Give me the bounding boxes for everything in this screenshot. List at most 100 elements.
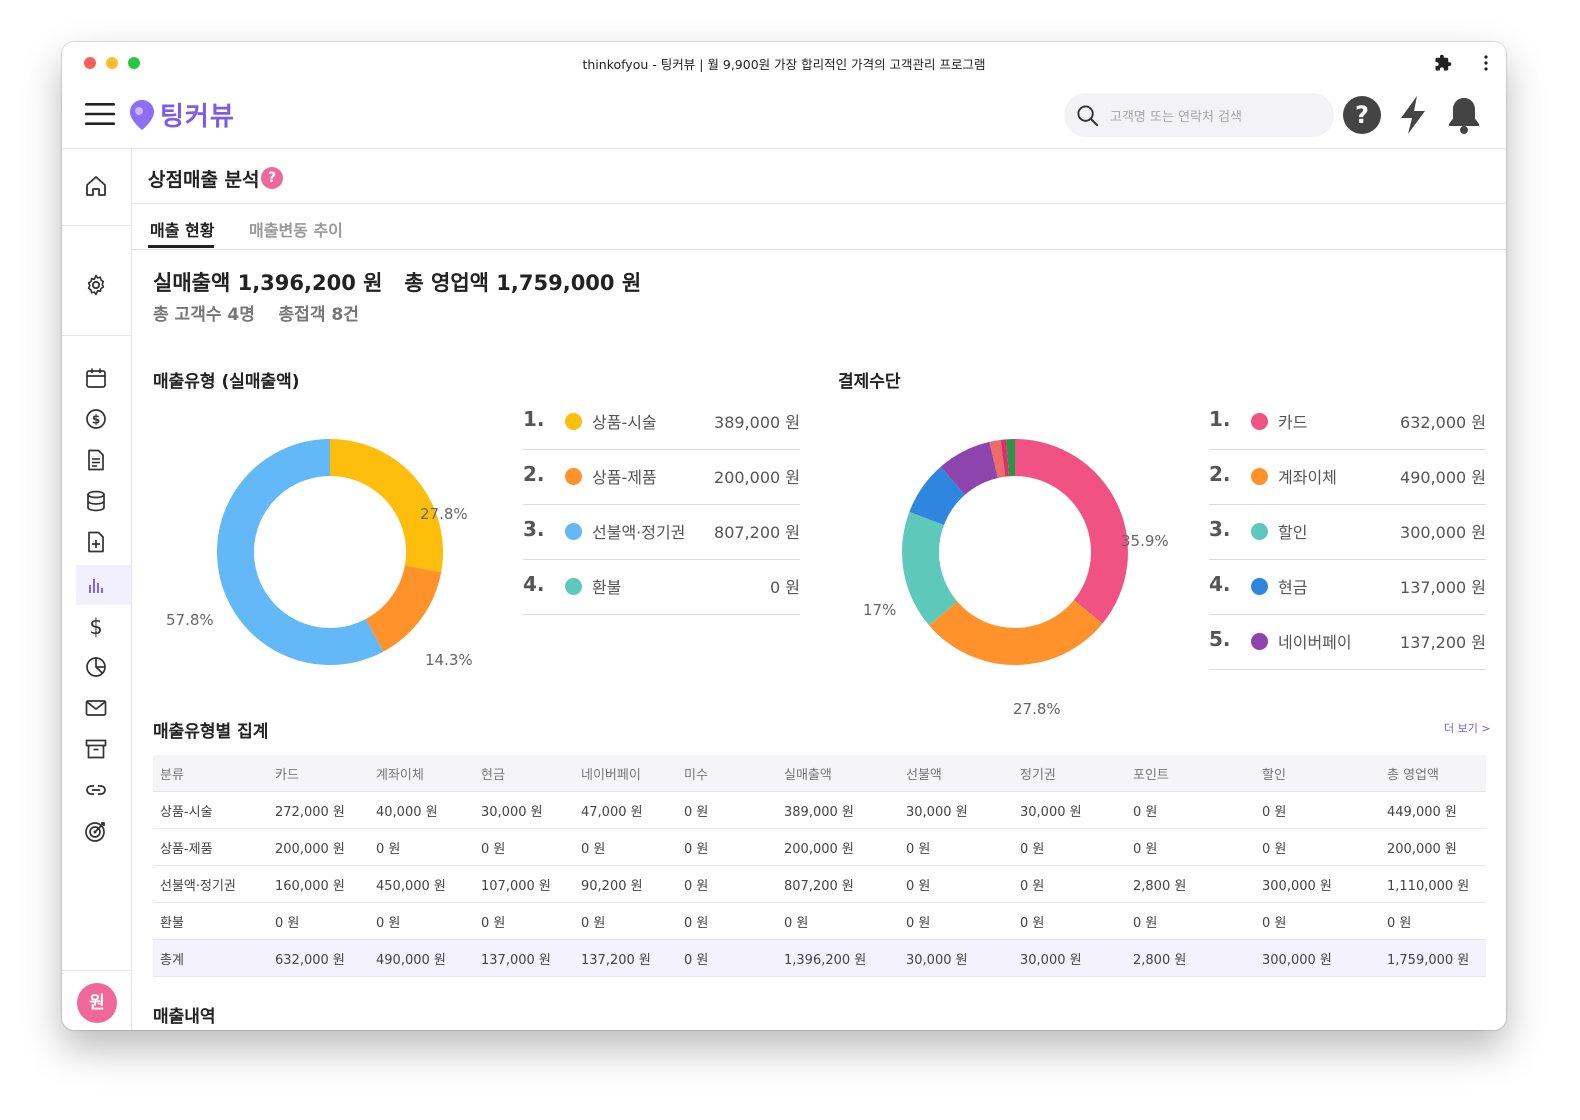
table-cell: 30,000 원 — [899, 939, 1013, 977]
legend-value: 807,200 원 — [714, 523, 800, 542]
table-cell: 0 원 — [474, 902, 574, 940]
table-cell: 0 원 — [1255, 828, 1380, 866]
table-row: 환불 0 원 0 원 0 원 0 원 0 원 0 원 0 원 0 원 0 원 0… — [153, 902, 1486, 940]
table-cell: 632,000 원 — [268, 939, 369, 977]
menu-icon[interactable] — [84, 101, 116, 127]
target-icon[interactable] — [84, 819, 108, 843]
dollar-icon[interactable]: $ — [84, 614, 108, 638]
pct-label: 27.8% — [420, 505, 468, 523]
legend-color-dot — [1251, 633, 1268, 650]
legend-name: 환불 — [592, 578, 622, 597]
help-icon[interactable]: ? — [1342, 95, 1382, 135]
table-cell: 0 원 — [899, 828, 1013, 866]
coin-icon[interactable]: $ — [84, 407, 108, 431]
payment-title: 결제수단 — [838, 372, 901, 392]
sidebar-divider — [62, 335, 131, 336]
tab-sales-status[interactable]: 매출 현황 — [150, 217, 214, 241]
window-title: thinkofyou - 팅커뷰 | 월 9,900원 가장 합리적인 가격의 … — [582, 57, 986, 72]
legend-color-dot — [1251, 578, 1268, 595]
svg-text:$: $ — [92, 413, 100, 427]
legend-name: 현금 — [1278, 578, 1308, 597]
legend-rank: 1. — [1209, 407, 1231, 431]
table-cell: 2,800 원 — [1126, 939, 1255, 977]
table-cell: 1,759,000 원 — [1380, 939, 1486, 977]
app-window: thinkofyou - 팅커뷰 | 월 9,900원 가장 합리적인 가격의 … — [62, 42, 1506, 1030]
more-vertical-icon[interactable] — [1478, 54, 1494, 72]
table-cell: 0 원 — [1013, 828, 1126, 866]
search-box[interactable]: 고객명 또는 연락처 검색 — [1064, 93, 1334, 137]
aggregate-title: 매출유형별 집계 — [153, 722, 269, 742]
column-header: 할인 — [1255, 755, 1380, 792]
table-cell: 30,000 원 — [1013, 791, 1126, 829]
column-header: 정기권 — [1013, 755, 1126, 792]
column-header: 총 영업액 — [1380, 755, 1486, 792]
table-cell: 30,000 원 — [474, 791, 574, 829]
avatar[interactable]: 원 — [77, 983, 117, 1023]
table-cell: 300,000 원 — [1255, 865, 1380, 903]
settings-icon[interactable] — [84, 273, 108, 297]
tab-sales-trend[interactable]: 매출변동 추이 — [249, 217, 343, 241]
table-cell: 총계 — [153, 939, 268, 977]
legend-color-dot — [565, 523, 582, 540]
pie-chart-icon[interactable] — [84, 655, 108, 679]
document-icon[interactable] — [84, 448, 108, 472]
table-cell: 상품-제품 — [153, 828, 268, 866]
table-total-row: 총계 632,000 원 490,000 원 137,000 원 137,200… — [153, 939, 1486, 977]
bell-icon[interactable] — [1447, 95, 1481, 135]
lightning-icon[interactable] — [1398, 95, 1428, 135]
bar-chart-icon[interactable] — [84, 573, 108, 597]
help-badge[interactable]: ? — [261, 167, 283, 189]
pct-label: 27.8% — [1013, 700, 1061, 718]
legend-value: 0 원 — [770, 578, 800, 597]
legend-row: 1. 카드 632,000 원 — [1209, 394, 1486, 450]
archive-icon[interactable] — [84, 737, 108, 761]
search-input[interactable]: 고객명 또는 연락처 검색 — [1110, 106, 1242, 125]
table-cell: 0 원 — [899, 865, 1013, 903]
mail-icon[interactable] — [84, 696, 108, 720]
home-icon[interactable] — [84, 174, 108, 198]
page-title: 상점매출 분석 — [148, 169, 260, 191]
legend-color-dot — [565, 468, 582, 485]
table-cell: 0 원 — [1013, 902, 1126, 940]
donut-slice — [929, 600, 1103, 665]
pct-label: 35.9% — [1121, 532, 1169, 550]
table-cell: 0 원 — [677, 865, 777, 903]
pct-label: 57.8% — [166, 611, 214, 629]
app-header: 팅커뷰 고객명 또는 연락처 검색 ? — [62, 82, 1506, 149]
app-logo[interactable]: 팅커뷰 — [160, 96, 235, 133]
column-header: 선불액 — [899, 755, 1013, 792]
pct-label: 14.3% — [425, 651, 473, 669]
table-cell: 30,000 원 — [1013, 939, 1126, 977]
table-cell: 0 원 — [677, 939, 777, 977]
column-header: 미수 — [677, 755, 777, 792]
table-cell: 0 원 — [574, 902, 677, 940]
legend-rank: 2. — [1209, 462, 1231, 486]
calendar-icon[interactable] — [84, 366, 108, 390]
file-plus-icon[interactable] — [84, 530, 108, 554]
table-header-row: 분류 카드 계좌이체 현금 네이버페이 미수 실매출액 선불액 정기권 포인트 … — [153, 755, 1486, 792]
link-icon[interactable] — [84, 778, 108, 802]
legend-value: 389,000 원 — [714, 413, 800, 432]
table-cell: 137,200 원 — [574, 939, 677, 977]
table-cell: 0 원 — [1255, 902, 1380, 940]
database-icon[interactable] — [84, 489, 108, 513]
table-row: 선불액·정기권 160,000 원 450,000 원 107,000 원 90… — [153, 865, 1486, 903]
table-row: 상품-제품 200,000 원 0 원 0 원 0 원 0 원 200,000 … — [153, 828, 1486, 866]
legend-rank: 1. — [523, 407, 545, 431]
extension-icon[interactable] — [1434, 54, 1452, 72]
sales-history-title: 매출내역 — [153, 1007, 216, 1027]
summary-totals: 실매출액 1,396,200 원 총 영업액 1,759,000 원 — [153, 271, 642, 295]
aggregate-table: 분류 카드 계좌이체 현금 네이버페이 미수 실매출액 선불액 정기권 포인트 … — [153, 755, 1486, 977]
donut-slice — [902, 511, 958, 626]
table-cell: 1,110,000 원 — [1380, 865, 1486, 903]
legend-name: 할인 — [1278, 523, 1308, 542]
legend-color-dot — [565, 413, 582, 430]
table-row: 상품-시술 272,000 원 40,000 원 30,000 원 47,000… — [153, 791, 1486, 829]
column-header: 네이버페이 — [574, 755, 677, 792]
table-cell: 0 원 — [677, 791, 777, 829]
legend-row: 4. 환불 0 원 — [523, 559, 800, 615]
sidebar-divider — [62, 225, 131, 226]
active-tab-indicator — [148, 245, 214, 248]
more-link[interactable]: 더 보기 > — [1444, 720, 1491, 736]
legend-color-dot — [565, 578, 582, 595]
